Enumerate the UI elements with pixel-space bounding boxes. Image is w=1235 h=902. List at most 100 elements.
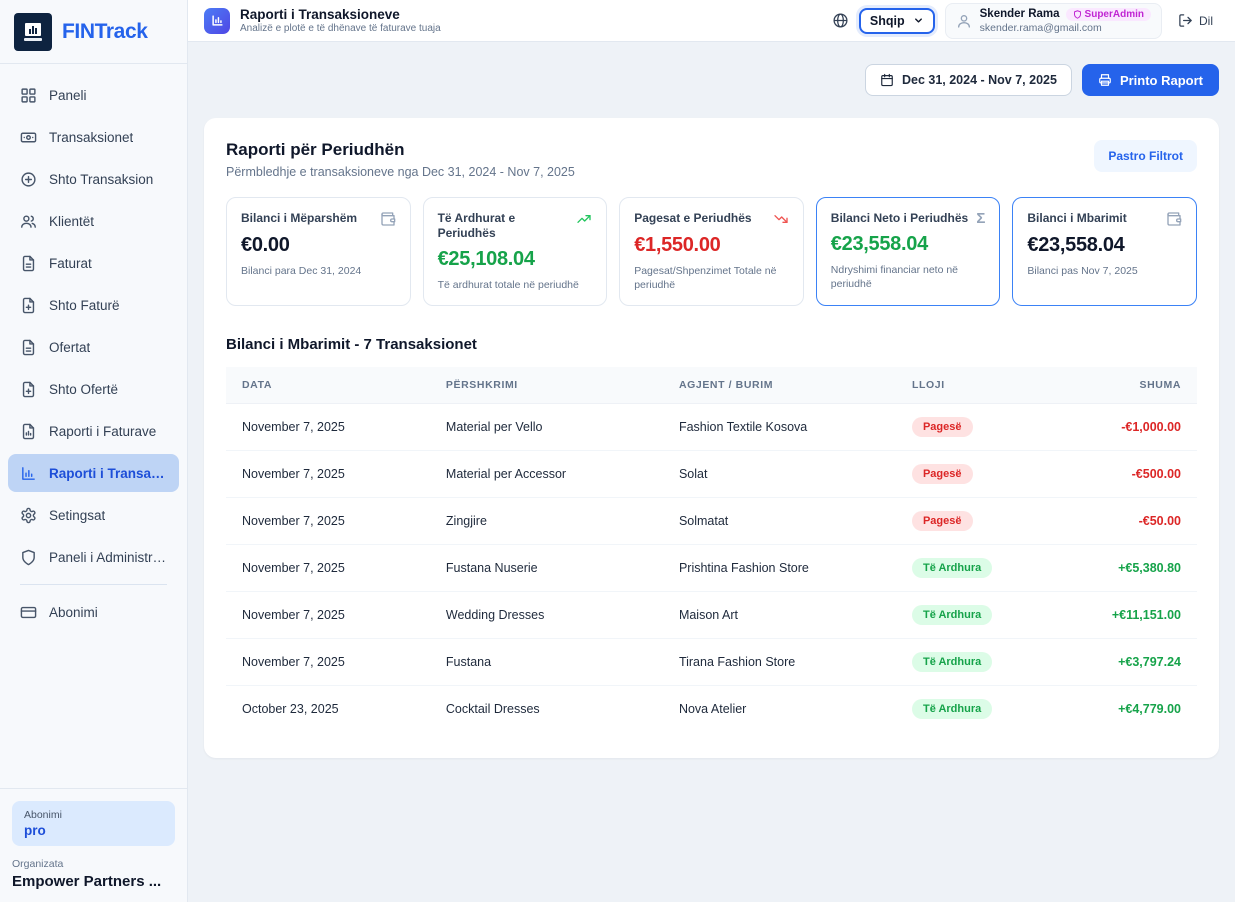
sidebar-item-raporti-i-faturave[interactable]: Raporti i Faturave [8,412,179,450]
stat-card-previous-balance: Bilanci i Mëparshëm €0.00 Bilanci para D… [226,197,411,306]
cell-description: Material per Accessor [430,451,663,498]
sidebar: FINTrack Paneli Transaksionet Shto Trans… [0,0,188,902]
trending-up-icon [576,211,592,227]
top-header: Raporti i Transaksioneve Analizë e plotë… [188,0,1235,42]
stat-card-net-balance: Bilanci Neto i Periudhës Σ €23,558.04 Nd… [816,197,1001,306]
brand-logo-icon [14,13,52,51]
cell-description: Zingjire [430,498,663,545]
language-value: Shqip [870,14,905,28]
subscription-card: Abonimi pro [12,801,175,846]
logout-icon [1178,13,1193,28]
sidebar-item-abonimi[interactable]: Abonimi [8,593,179,631]
cell-amount: +€11,151.00 [1051,592,1197,639]
user-email: skender.rama@gmail.com [980,22,1151,34]
type-badge: Pagesë [912,417,973,437]
type-badge: Të Ardhura [912,558,992,578]
cell-agent: Maison Art [663,592,896,639]
sidebar-item-paneli-i-administratorit[interactable]: Paneli i Administrat... [8,538,179,576]
cell-description: Material per Vello [430,404,663,451]
stat-label: Të Ardhurat e Periudhës [438,211,571,241]
sidebar-item-raporti-i-transaksioneve[interactable]: Raporti i Transaksi... [8,454,179,492]
table-row: November 7, 2025 Material per Accessor S… [226,451,1197,498]
cell-date: November 7, 2025 [226,545,430,592]
cell-date: November 7, 2025 [226,404,430,451]
sidebar-item-transaksionet[interactable]: Transaksionet [8,118,179,156]
sidebar-item-klientet[interactable]: Klientët [8,202,179,240]
sidebar-item-faturat[interactable]: Faturat [8,244,179,282]
sidebar-item-label: Paneli i Administrat... [49,550,167,565]
sidebar-item-shto-oferte[interactable]: Shto Ofertë [8,370,179,408]
cell-date: November 7, 2025 [226,639,430,686]
globe-icon [832,12,849,29]
language-select[interactable]: Shqip [859,8,935,34]
logout-button[interactable]: Dil [1172,9,1219,32]
table-header-row: DATA PËRSHKRIMI AGJENT / BURIM LLOJI SHU… [226,367,1197,404]
sidebar-item-label: Klientët [49,214,94,229]
print-report-label: Printo Raport [1120,73,1203,88]
cell-agent: Tirana Fashion Store [663,639,896,686]
cell-type: Të Ardhura [896,592,1051,639]
cell-description: Fustana [430,639,663,686]
stat-card-period-income: Të Ardhurat e Periudhës €25,108.04 Të ar… [423,197,608,306]
type-badge: Pagesë [912,511,973,531]
chevron-down-icon [913,15,924,26]
wallet-icon [1166,211,1182,227]
sidebar-item-label: Setingsat [49,508,105,523]
date-range-value: Dec 31, 2024 - Nov 7, 2025 [902,73,1057,87]
sidebar-item-shto-transaksion[interactable]: Shto Transaksion [8,160,179,198]
logout-label: Dil [1199,14,1213,28]
printer-icon [1098,73,1112,87]
report-panel: Raporti për Periudhën Përmbledhje e tran… [204,118,1219,758]
stat-card-period-payments: Pagesat e Periudhës €1,550.00 Pagesat/Sh… [619,197,804,306]
file-text-icon [20,339,37,356]
stat-value: €25,108.04 [438,248,593,271]
cell-description: Wedding Dresses [430,592,663,639]
type-badge: Të Ardhura [912,652,992,672]
sidebar-item-setingsat[interactable]: Setingsat [8,496,179,534]
cell-amount: +€5,380.80 [1051,545,1197,592]
sidebar-item-label: Abonimi [49,605,98,620]
file-chart-icon [20,423,37,440]
file-plus-icon [20,297,37,314]
page-icon [204,8,230,34]
column-header-type: LLOJI [896,367,1051,404]
page-content: Dec 31, 2024 - Nov 7, 2025 Printo Raport… [188,42,1235,902]
cell-agent: Fashion Textile Kosova [663,404,896,451]
type-badge: Të Ardhura [912,605,992,625]
clear-filters-button[interactable]: Pastro Filtrot [1094,140,1197,172]
transactions-table-title: Bilanci i Mbarimit - 7 Transaksionet [226,336,1197,353]
organization-block: Organizata Empower Partners ... [12,858,175,890]
column-header-amount: SHUMA [1051,367,1197,404]
cell-agent: Solat [663,451,896,498]
column-header-agent: AGJENT / BURIM [663,367,896,404]
logo-link[interactable]: FINTrack [0,0,187,64]
sidebar-item-label: Shto Ofertë [49,382,118,397]
report-header: Raporti për Periudhën Përmbledhje e tran… [226,140,575,179]
table-row: October 23, 2025 Cocktail Dresses Nova A… [226,686,1197,733]
wallet-icon [380,211,396,227]
app-name: FINTrack [62,20,148,44]
dashboard-icon [20,87,37,104]
cell-amount: +€4,779.00 [1051,686,1197,733]
sigma-icon: Σ [976,211,985,226]
cell-type: Pagesë [896,451,1051,498]
trending-down-icon [773,211,789,227]
table-row: November 7, 2025 Fustana Tirana Fashion … [226,639,1197,686]
sidebar-item-paneli[interactable]: Paneli [8,76,179,114]
stat-note: Bilanci pas Nov 7, 2025 [1027,264,1182,278]
sidebar-item-label: Shto Transaksion [49,172,153,187]
user-name: Skender Rama [980,8,1060,20]
sidebar-item-shto-fature[interactable]: Shto Faturë [8,286,179,324]
stat-value: €0.00 [241,234,396,257]
user-menu[interactable]: Skender Rama SuperAdmin skender.rama@gma… [945,3,1162,39]
sidebar-item-ofertat[interactable]: Ofertat [8,328,179,366]
type-badge: Pagesë [912,464,973,484]
column-header-date: DATA [226,367,430,404]
print-report-button[interactable]: Printo Raport [1082,64,1219,96]
sidebar-item-label: Ofertat [49,340,90,355]
cell-amount: -€500.00 [1051,451,1197,498]
stat-label: Bilanci i Mbarimit [1027,211,1126,226]
sidebar-item-label: Raporti i Transaksi... [49,466,167,481]
cell-amount: -€1,000.00 [1051,404,1197,451]
date-range-button[interactable]: Dec 31, 2024 - Nov 7, 2025 [865,64,1072,96]
